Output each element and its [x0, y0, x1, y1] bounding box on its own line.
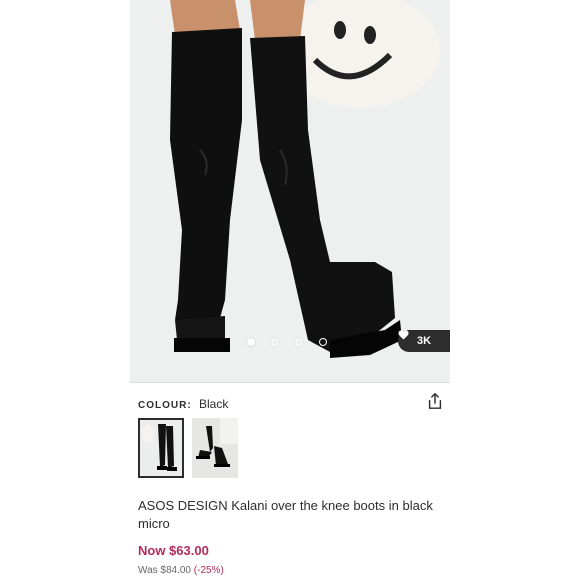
- product-hero-image[interactable]: 3K: [130, 0, 450, 382]
- colour-row: COLOUR: Black: [138, 397, 228, 411]
- thumbnail-strip: [138, 418, 238, 478]
- save-count: 3K: [416, 335, 432, 347]
- thumbnail-1[interactable]: [138, 418, 184, 478]
- carousel-dot[interactable]: [295, 338, 303, 346]
- heart-icon: [398, 330, 409, 340]
- was-price-row: Was $84.00 (-25%): [138, 565, 224, 576]
- discount-badge: (-25%): [193, 565, 224, 576]
- carousel-dot[interactable]: [271, 338, 279, 346]
- carousel-dot[interactable]: [319, 338, 327, 346]
- carousel-dot[interactable]: [247, 338, 255, 346]
- carousel-dots: [247, 338, 327, 346]
- colour-label: COLOUR:: [138, 400, 192, 411]
- thumbnail-2[interactable]: [192, 418, 238, 478]
- save-count-badge[interactable]: 3K: [398, 330, 450, 352]
- divider: [130, 382, 450, 383]
- boots-photo: [130, 0, 450, 382]
- share-icon[interactable]: [426, 392, 444, 410]
- colour-value: Black: [199, 397, 229, 411]
- was-price: Was $84.00: [138, 565, 191, 576]
- product-title: ASOS DESIGN Kalani over the knee boots i…: [138, 498, 433, 531]
- now-price: Now $63.00: [138, 543, 209, 558]
